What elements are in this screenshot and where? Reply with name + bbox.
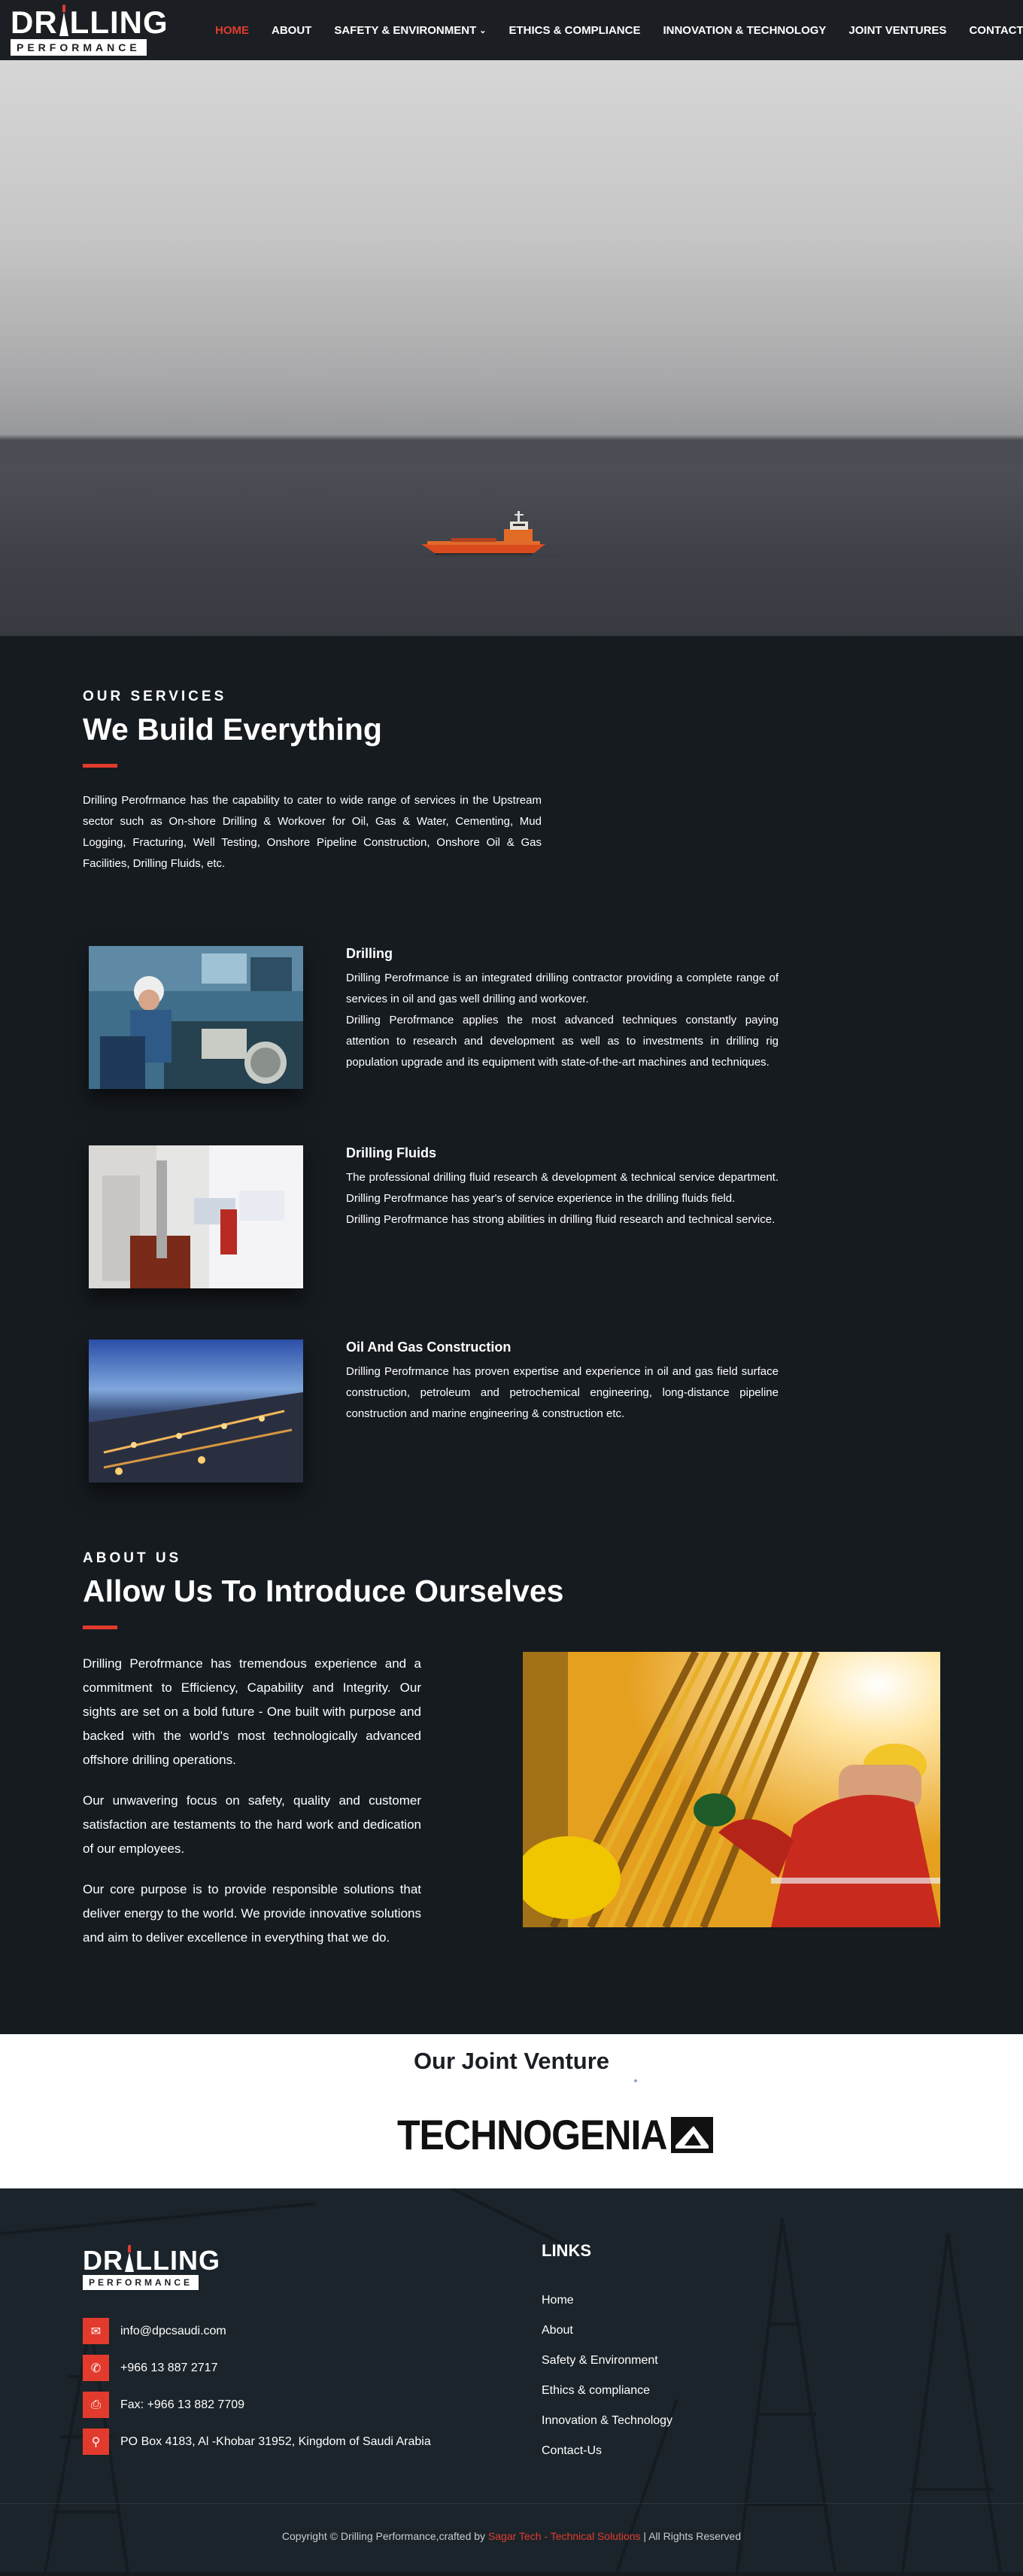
about-eyebrow: ABOUT US	[83, 1550, 182, 1566]
services-title: We Build Everything	[83, 712, 382, 747]
drilling-control-room-image	[89, 946, 303, 1089]
contact-address-text: PO Box 4183, Al -Khobar 31952, Kingdom o…	[120, 2435, 431, 2448]
about-text: Drilling Perofrmance has tremendous expe…	[83, 1652, 421, 1966]
site-logo[interactable]: DR LLING PERFORMANCE	[11, 5, 168, 56]
contact-phone-text: +966 13 887 2717	[120, 2361, 218, 2374]
drilling-fluids-lab-image	[89, 1145, 303, 1288]
chevron-down-icon: ⌄	[479, 26, 487, 35]
map-pin-icon: ⚲	[83, 2428, 109, 2455]
contact-fax: ⎙ Fax: +966 13 882 7709	[83, 2392, 431, 2418]
drilling-rig-icon	[59, 5, 69, 38]
phone-icon: ✆	[83, 2355, 109, 2381]
oil-gas-facility-image	[89, 1340, 303, 1483]
joint-venture-title: Our Joint Venture	[413, 2048, 610, 2074]
service-description: Drilling Perofrmance is an integrated dr…	[346, 972, 779, 1069]
rig-worker-image	[523, 1652, 940, 1927]
technogenia-mark-icon	[671, 2117, 714, 2153]
footer-link-home[interactable]: Home	[542, 2294, 672, 2324]
footer-link-about[interactable]: About	[542, 2324, 672, 2354]
footer-link-safety-environment[interactable]: Safety & Environment	[542, 2354, 672, 2384]
service-title: Drilling	[346, 946, 393, 961]
nav-innovation-technology[interactable]: INNOVATION & TECHNOLOGY	[651, 24, 837, 37]
nav-joint-ventures[interactable]: JOINT VENTURES	[837, 24, 958, 37]
logo-subtitle: PERFORMANCE	[83, 2275, 199, 2290]
contact-fax-text: Fax: +966 13 882 7709	[120, 2398, 245, 2411]
about-paragraph: Our unwavering focus on safety, quality …	[83, 1793, 421, 1856]
joint-venture-section: Our Joint Venture TECHNOGENIA	[0, 2034, 1023, 2188]
service-text-oil-gas-construction: Oil And Gas Construction Drilling Perofr…	[346, 1340, 779, 1425]
service-text-drilling: Drilling Drilling Perofrmance is an inte…	[346, 946, 779, 1073]
service-description: The professional drilling fluid research…	[346, 1171, 779, 1226]
nav-safety-label: SAFETY & ENVIRONMENT	[334, 23, 477, 37]
footer-divider	[0, 2503, 1023, 2504]
partner-name: TECHNOGENIA	[397, 2111, 667, 2159]
footer-link-innovation-technology[interactable]: Innovation & Technology	[542, 2414, 672, 2444]
copyright-text: Copyright © Drilling Performance,crafted…	[281, 2530, 488, 2542]
logo-wordmark: DR LLING	[83, 2245, 220, 2276]
copyright: Copyright © Drilling Performance,crafted…	[0, 2530, 1023, 2542]
nav-contact[interactable]: CONTACT	[958, 24, 1023, 37]
site-footer: DR LLING PERFORMANCE ✉ info@dpcsaudi.com …	[0, 2188, 1023, 2572]
nav-about[interactable]: ABOUT	[260, 24, 323, 37]
services-eyebrow: OUR SERVICES	[83, 689, 227, 704]
crafted-by-link[interactable]: Sagar Tech - Technical Solutions	[488, 2530, 641, 2542]
envelope-icon: ✉	[83, 2318, 109, 2344]
logo-wordmark: DR LLING	[11, 5, 168, 40]
footer-logo[interactable]: DR LLING PERFORMANCE	[83, 2245, 220, 2290]
service-text-drilling-fluids: Drilling Fluids The professional drillin…	[346, 1145, 779, 1230]
service-title: Drilling Fluids	[346, 1145, 436, 1160]
service-description: Drilling Perofrmance has proven expertis…	[346, 1365, 779, 1420]
nav-home[interactable]: HOME	[204, 24, 260, 37]
nav-ethics-compliance[interactable]: ETHICS & COMPLIANCE	[497, 24, 651, 37]
contact-address: ⚲ PO Box 4183, Al -Khobar 31952, Kingdom…	[83, 2428, 431, 2455]
fax-icon: ⎙	[83, 2392, 109, 2418]
copyright-suffix: | All Rights Reserved	[640, 2530, 742, 2542]
footer-links: Home About Safety & Environment Ethics &…	[542, 2294, 672, 2474]
contact-phone[interactable]: ✆ +966 13 887 2717	[83, 2355, 431, 2381]
links-title: LINKS	[542, 2241, 591, 2260]
services-section: OUR SERVICES We Build Everything Drillin…	[0, 636, 1023, 1483]
footer-link-ethics-compliance[interactable]: Ethics & compliance	[542, 2384, 672, 2414]
footer-link-contact-us[interactable]: Contact-Us	[542, 2444, 672, 2474]
about-paragraph: Drilling Perofrmance has tremendous expe…	[83, 1656, 421, 1767]
about-paragraph: Our core purpose is to provide responsib…	[83, 1882, 421, 1945]
hero-banner	[0, 60, 1023, 636]
service-item-drilling-fluids: Drilling Fluids The professional drillin…	[89, 1145, 1023, 1288]
technogenia-logo[interactable]: TECHNOGENIA	[397, 2111, 714, 2159]
title-underline	[83, 1626, 117, 1629]
decorative-dot	[634, 2079, 637, 2082]
supply-vessel-image	[421, 511, 560, 558]
nav-safety-environment[interactable]: SAFETY & ENVIRONMENT ⌄	[323, 24, 497, 37]
drilling-rig-icon	[124, 2245, 135, 2273]
service-title: Oil And Gas Construction	[346, 1340, 512, 1355]
contact-email[interactable]: ✉ info@dpcsaudi.com	[83, 2318, 431, 2344]
service-item-oil-gas-construction: Oil And Gas Construction Drilling Perofr…	[89, 1340, 1023, 1483]
footer-contacts: ✉ info@dpcsaudi.com ✆ +966 13 887 2717 ⎙…	[83, 2318, 431, 2465]
services-intro: Drilling Perofrmance has the capability …	[83, 794, 542, 870]
contact-email-text: info@dpcsaudi.com	[120, 2324, 226, 2337]
title-underline	[83, 764, 117, 768]
main-nav: HOME ABOUT SAFETY & ENVIRONMENT ⌄ ETHICS …	[204, 24, 1023, 37]
logo-subtitle: PERFORMANCE	[11, 39, 147, 56]
service-item-drilling: Drilling Drilling Perofrmance is an inte…	[89, 946, 1023, 1089]
site-header: DR LLING PERFORMANCE HOME ABOUT SAFETY & …	[0, 0, 1023, 60]
about-section: ABOUT US Allow Us To Introduce Ourselves…	[0, 1483, 1023, 2034]
about-title: Allow Us To Introduce Ourselves	[83, 1574, 564, 1608]
